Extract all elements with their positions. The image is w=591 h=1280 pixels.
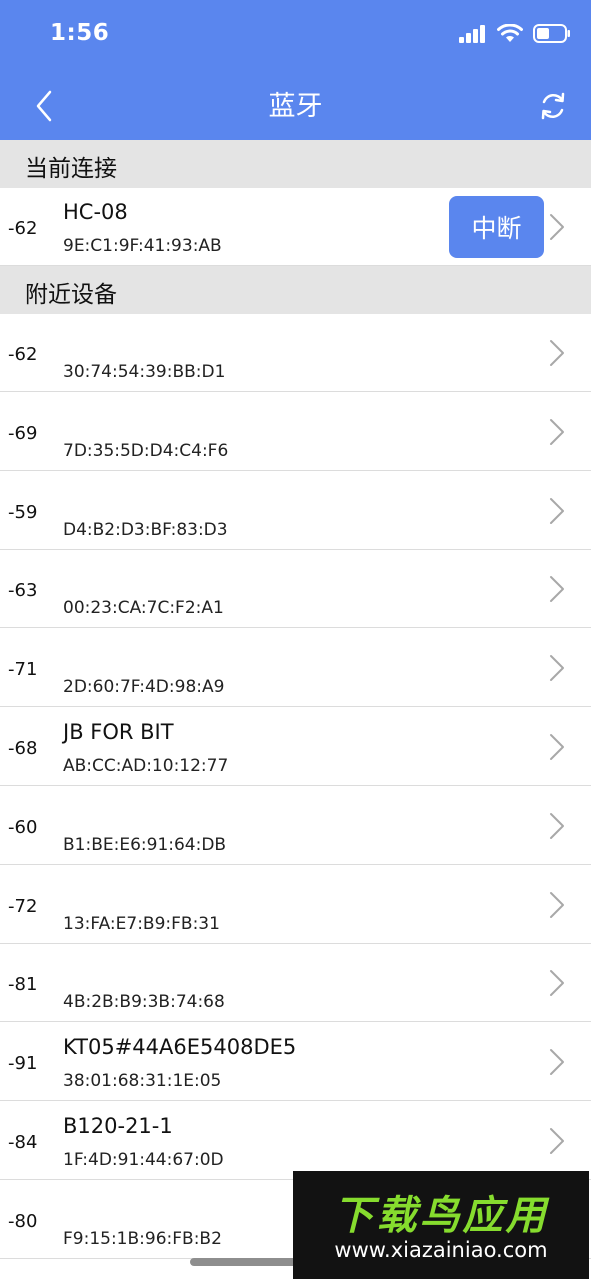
status-time: 1:56: [50, 20, 110, 46]
section-label: 当前连接: [25, 156, 117, 182]
device-name: JB FOR BIT: [63, 720, 174, 744]
device-row[interactable]: -68 JB FOR BIT AB:CC:AD:10:12:77: [0, 708, 591, 786]
device-row[interactable]: -71 2D:60:7F:4D:98:A9: [0, 629, 591, 707]
rssi-value: -80: [8, 1211, 38, 1232]
device-row[interactable]: -63 00:23:CA:7C:F2:A1: [0, 550, 591, 628]
current-device-row[interactable]: -62 HC-08 9E:C1:9F:41:93:AB 中断: [0, 188, 591, 266]
device-mac: 7D:35:5D:D4:C4:F6: [63, 441, 229, 461]
chevron-right-icon: [550, 576, 564, 602]
chevron-right-icon: [550, 1049, 564, 1075]
device-mac: AB:CC:AD:10:12:77: [63, 756, 229, 776]
app-header: 1:56 蓝牙: [0, 0, 591, 140]
device-row[interactable]: -60 B1:BE:E6:91:64:DB: [0, 787, 591, 865]
rssi-value: -59: [8, 502, 38, 523]
chevron-right-icon: [550, 734, 564, 760]
rssi-value: -81: [8, 974, 38, 995]
nearby-devices-header: 附近设备: [0, 266, 591, 314]
device-row[interactable]: -72 13:FA:E7:B9:FB:31: [0, 866, 591, 944]
status-icons: [459, 24, 571, 43]
device-mac: 9E:C1:9F:41:93:AB: [63, 236, 222, 256]
disconnect-button[interactable]: 中断: [449, 196, 544, 258]
signal-icon: [459, 24, 485, 43]
device-row[interactable]: -91 KT05#44A6E5408DE5 38:01:68:31:1E:05: [0, 1023, 591, 1101]
device-row[interactable]: -81 4B:2B:B9:3B:74:68: [0, 944, 591, 1022]
rssi-value: -84: [8, 1132, 38, 1153]
rssi-value: -60: [8, 817, 38, 838]
device-mac: 1F:4D:91:44:67:0D: [63, 1150, 224, 1170]
device-mac: 2D:60:7F:4D:98:A9: [63, 677, 225, 697]
wifi-icon: [497, 24, 523, 42]
rssi-value: -68: [8, 738, 38, 759]
watermark-url: www.xiazainiao.com: [334, 1238, 548, 1262]
device-mac: 4B:2B:B9:3B:74:68: [63, 992, 225, 1012]
chevron-right-icon: [550, 214, 564, 240]
current-connection-header: 当前连接: [0, 140, 591, 188]
battery-icon: [533, 24, 570, 43]
device-name: B120-21-1: [63, 1114, 173, 1138]
chevron-right-icon: [550, 813, 564, 839]
rssi-value: -62: [8, 344, 38, 365]
watermark: 下载鸟应用 www.xiazainiao.com: [293, 1171, 589, 1279]
rssi-value: -91: [8, 1053, 38, 1074]
refresh-icon: [541, 92, 565, 120]
refresh-button[interactable]: [533, 86, 573, 126]
device-mac: F9:15:1B:96:FB:B2: [63, 1229, 222, 1249]
device-mac: 30:74:54:39:BB:D1: [63, 362, 226, 382]
rssi-value: -72: [8, 896, 38, 917]
chevron-right-icon: [550, 1128, 564, 1154]
section-label: 附近设备: [25, 282, 117, 308]
page-title: 蓝牙: [268, 91, 323, 122]
device-row[interactable]: -69 7D:35:5D:D4:C4:F6: [0, 393, 591, 471]
rssi-value: -69: [8, 423, 38, 444]
rssi-value: -71: [8, 659, 38, 680]
watermark-logo: 下载鸟应用: [333, 1193, 549, 1239]
device-name: KT05#44A6E5408DE5: [63, 1035, 297, 1059]
device-mac: D4:B2:D3:BF:83:D3: [63, 520, 228, 540]
device-row[interactable]: -84 B120-21-1 1F:4D:91:44:67:0D: [0, 1102, 591, 1180]
chevron-right-icon: [550, 419, 564, 445]
device-mac: 13:FA:E7:B9:FB:31: [63, 914, 220, 934]
rssi-value: -62: [8, 218, 38, 239]
chevron-right-icon: [550, 655, 564, 681]
chevron-right-icon: [550, 892, 564, 918]
chevron-right-icon: [550, 970, 564, 996]
device-mac: B1:BE:E6:91:64:DB: [63, 835, 227, 855]
device-mac: 38:01:68:31:1E:05: [63, 1071, 222, 1091]
chevron-right-icon: [550, 340, 564, 366]
device-row[interactable]: -59 D4:B2:D3:BF:83:D3: [0, 472, 591, 550]
device-name: HC-08: [63, 200, 128, 224]
chevron-right-icon: [550, 498, 564, 524]
rssi-value: -63: [8, 580, 38, 601]
device-row[interactable]: -62 30:74:54:39:BB:D1: [0, 314, 591, 392]
device-mac: 00:23:CA:7C:F2:A1: [63, 598, 224, 618]
